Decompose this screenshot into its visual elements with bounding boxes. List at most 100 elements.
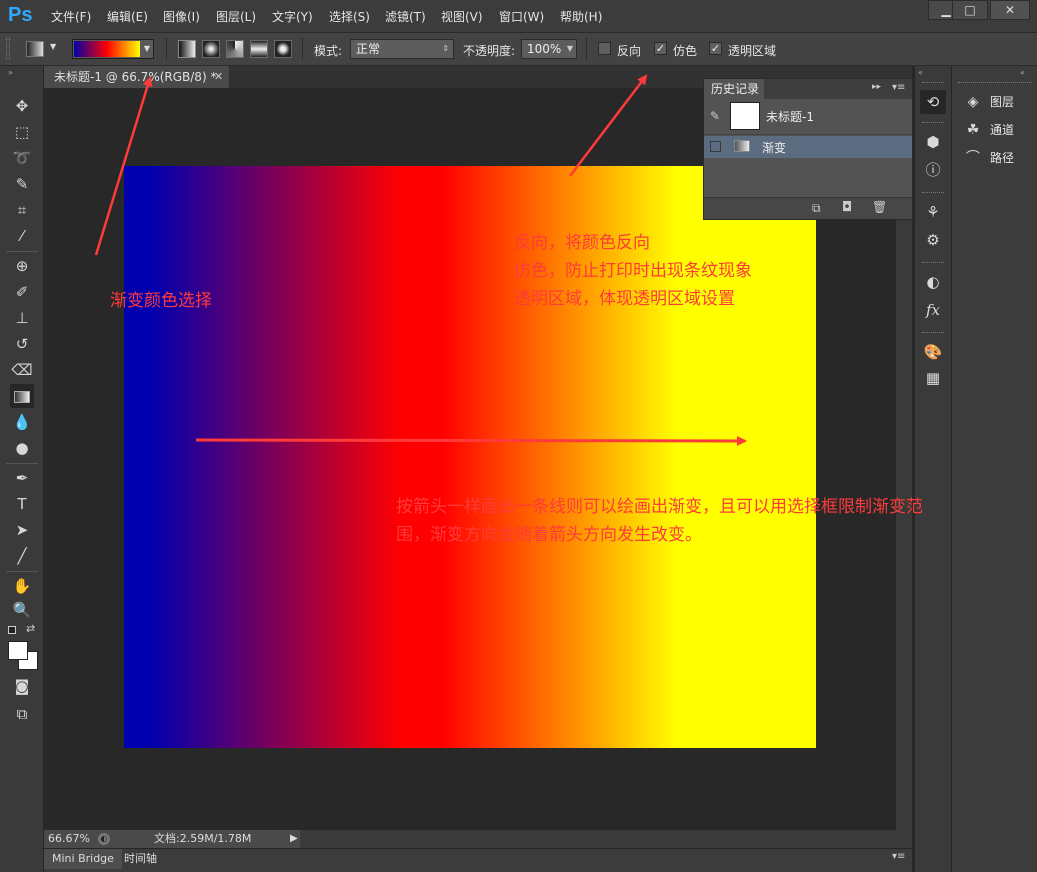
menu-view[interactable]: 视图(V) xyxy=(441,8,483,25)
foreground-color-swatch[interactable] xyxy=(8,641,28,660)
gradient-swatch[interactable] xyxy=(74,41,140,57)
3d-icon[interactable]: ⬢ xyxy=(920,130,946,154)
panel-paths[interactable]: ⌒ 路径 xyxy=(962,147,1014,169)
grip[interactable] xyxy=(958,82,1032,85)
info-icon[interactable]: ⓘ xyxy=(920,158,946,182)
panel-channels[interactable]: ☘ 通道 xyxy=(962,119,1014,141)
grip[interactable] xyxy=(922,262,944,265)
menu-type[interactable]: 文字(Y) xyxy=(272,8,313,25)
brush-tool-icon[interactable]: ✐ xyxy=(10,280,34,304)
divider xyxy=(586,38,587,60)
opacity-field[interactable]: 100% ▼ xyxy=(521,39,577,59)
hand-tool-icon[interactable]: ✋ xyxy=(10,574,34,598)
pen-tool-icon[interactable]: ✒ xyxy=(10,466,34,490)
restore-button[interactable]: □ xyxy=(952,0,988,20)
history-header: 历史记录 ▸▸ ▾≡ xyxy=(704,79,912,99)
lasso-tool-icon[interactable]: ➰ xyxy=(10,146,34,170)
grip[interactable] xyxy=(922,332,944,335)
trash-icon[interactable]: 🗑 xyxy=(872,200,887,214)
styles-icon[interactable]: fx xyxy=(920,298,946,322)
angle-gradient-button[interactable] xyxy=(226,40,244,58)
screen-mode-icon[interactable]: ⧉ xyxy=(10,702,34,726)
radial-gradient-button[interactable] xyxy=(202,40,220,58)
chevron-down-icon[interactable]: ▼ xyxy=(50,42,56,51)
grid-icon[interactable]: ▦ xyxy=(920,366,946,390)
tool-preset-icon[interactable] xyxy=(26,41,44,57)
close-window-button[interactable]: ✕ xyxy=(990,0,1030,20)
gradient-tool-icon[interactable] xyxy=(10,384,34,408)
type-tool-icon[interactable]: T xyxy=(10,492,34,516)
quick-select-tool-icon[interactable]: ✎ xyxy=(10,172,34,196)
default-colors-icon[interactable] xyxy=(8,626,16,634)
new-document-icon[interactable]: ⧉ xyxy=(812,201,821,216)
menu-layer[interactable]: 图层(L) xyxy=(216,8,256,25)
panel-layers[interactable]: ◈ 图层 xyxy=(962,91,1014,113)
history-state[interactable]: 渐变 xyxy=(704,136,912,158)
reflected-gradient-button[interactable] xyxy=(250,40,268,58)
diamond-gradient-button[interactable] xyxy=(274,40,292,58)
quick-mask-icon[interactable]: ◙ xyxy=(10,674,34,698)
swatches-icon[interactable]: 🎨 xyxy=(920,340,946,364)
move-tool-icon[interactable]: ✥ xyxy=(10,94,34,118)
history-brush-source-icon[interactable]: ✎ xyxy=(710,109,720,123)
camera-icon[interactable]: ◘ xyxy=(842,200,852,215)
tab-mini-bridge[interactable]: Mini Bridge xyxy=(44,849,122,869)
eyedropper-tool-icon[interactable]: ⁄ xyxy=(10,224,34,248)
grip[interactable] xyxy=(922,192,944,195)
linear-gradient-button[interactable] xyxy=(178,40,196,58)
history-source-checkbox[interactable] xyxy=(710,141,721,152)
menu-window[interactable]: 窗口(W) xyxy=(499,8,544,25)
gradient-icon xyxy=(734,140,750,152)
line-tool-icon[interactable]: ╱ xyxy=(10,544,34,568)
divider xyxy=(6,571,38,572)
reverse-checkbox[interactable] xyxy=(598,42,611,55)
gradient-picker[interactable]: ▼ xyxy=(72,39,154,59)
collapse-icon[interactable]: « xyxy=(1020,68,1025,77)
opacity-label: 不透明度: xyxy=(463,44,516,58)
history-brush-tool-icon[interactable]: ↺ xyxy=(10,332,34,356)
options-grip[interactable] xyxy=(6,38,10,60)
dodge-tool-icon[interactable]: ● xyxy=(10,436,34,460)
transparency-checkbox[interactable]: ✓ xyxy=(709,42,722,55)
collapse-icon[interactable]: « xyxy=(918,68,923,77)
clone-stamp-tool-icon[interactable]: ⊥ xyxy=(10,306,34,330)
eraser-tool-icon[interactable]: ⌫ xyxy=(10,358,34,382)
tab-history[interactable]: 历史记录 xyxy=(704,79,764,99)
blur-tool-icon[interactable]: 💧 xyxy=(10,410,34,434)
swap-colors-icon[interactable]: ⇄ xyxy=(26,622,35,635)
healing-tool-icon[interactable]: ⊕ xyxy=(10,254,34,278)
chevron-down-icon[interactable]: ▼ xyxy=(567,40,573,58)
document-tab[interactable]: 未标题-1 @ 66.7%(RGB/8) * xyxy=(44,66,230,88)
path-select-tool-icon[interactable]: ➤ xyxy=(10,518,34,542)
close-icon[interactable]: ✕ xyxy=(214,66,226,88)
crop-tool-icon[interactable]: ⌗ xyxy=(10,198,34,222)
dither-checkbox[interactable]: ✓ xyxy=(654,42,667,55)
history-snapshot[interactable]: ✎ 未标题-1 xyxy=(704,99,912,135)
adjustments-icon[interactable]: ◐ xyxy=(920,270,946,294)
menu-edit[interactable]: 编辑(E) xyxy=(107,8,148,25)
grip[interactable] xyxy=(922,82,944,85)
collapse-icon[interactable]: » xyxy=(8,68,13,77)
tab-timeline[interactable]: 时间轴 xyxy=(116,849,165,869)
menu-select[interactable]: 选择(S) xyxy=(329,8,370,25)
menu-help[interactable]: 帮助(H) xyxy=(560,8,602,25)
marquee-tool-icon[interactable]: ⬚ xyxy=(10,120,34,144)
chevron-down-icon[interactable]: ▼ xyxy=(141,41,153,57)
arrow-right-icon[interactable]: ▶ xyxy=(290,830,298,848)
collapse-icon[interactable]: ▸▸ xyxy=(872,82,881,92)
status-menu-icon[interactable]: ◐ xyxy=(98,833,110,845)
panel-menu-icon[interactable]: ▾≡ xyxy=(892,82,905,93)
history-footer: ⧉ ◘ 🗑 xyxy=(704,197,912,219)
grip[interactable] xyxy=(922,122,944,125)
brush-presets-icon[interactable]: ⚘ xyxy=(920,200,946,224)
document-canvas[interactable] xyxy=(124,166,816,748)
brush-settings-icon[interactable]: ⚙ xyxy=(920,228,946,252)
history-panel-icon[interactable]: ⟲ xyxy=(920,90,946,114)
mode-select[interactable]: 正常 ⇕ xyxy=(350,39,454,59)
menu-filter[interactable]: 滤镜(T) xyxy=(385,8,426,25)
zoom-tool-icon[interactable]: 🔍 xyxy=(10,598,34,622)
menu-image[interactable]: 图像(I) xyxy=(163,8,200,25)
zoom-level[interactable]: 66.67% xyxy=(48,830,90,848)
menu-file[interactable]: 文件(F) xyxy=(51,8,91,25)
panel-menu-icon[interactable]: ▾≡ xyxy=(892,851,905,862)
